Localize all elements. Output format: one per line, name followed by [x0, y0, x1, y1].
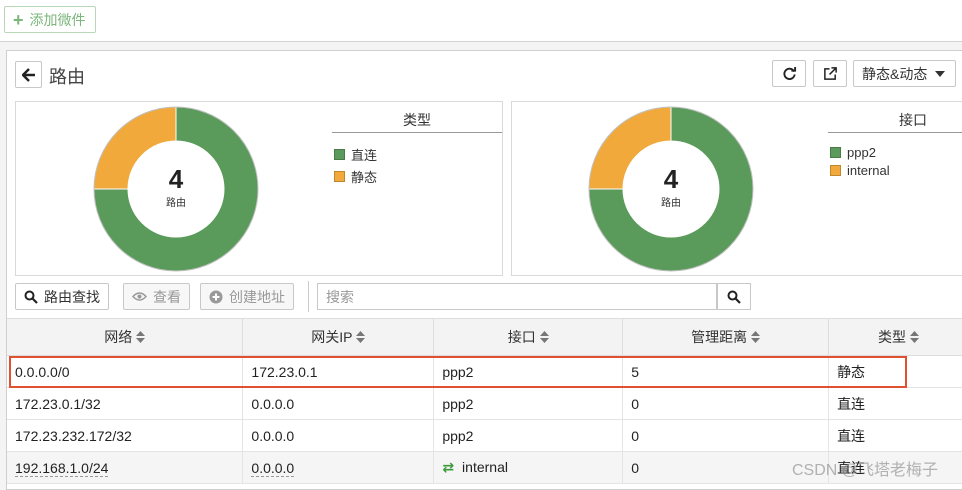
- cell-interface: ppp2: [433, 355, 624, 388]
- route-lookup-label: 路由查找: [44, 288, 100, 305]
- create-address-label: 创建地址: [229, 288, 285, 305]
- legend-divider: [332, 132, 502, 133]
- plus-circle-icon: [209, 290, 223, 303]
- cell-type: 静态: [828, 355, 962, 388]
- header-label: 管理距离: [691, 329, 748, 345]
- external-link-icon: [823, 67, 837, 80]
- legend-label: 直连: [351, 148, 378, 163]
- view-label: 查看: [153, 288, 181, 305]
- plus-icon: +: [13, 9, 24, 30]
- table-row[interactable]: 172.23.0.1/32 0.0.0.0 ppp2 0 直连: [7, 387, 962, 420]
- cell-type: 直连: [828, 387, 962, 420]
- legend-swatch: [334, 149, 345, 160]
- interface-chart-card: 4 路由 接口 ppp2 internal: [511, 101, 962, 276]
- switch-icon: ⇄: [442, 459, 455, 475]
- create-address-button[interactable]: 创建地址: [200, 283, 294, 310]
- legend-item-internal: internal: [830, 163, 890, 178]
- column-header-type[interactable]: 类型: [828, 318, 962, 356]
- sort-icon: [751, 330, 761, 346]
- route-filter-value: 静态&动态: [862, 65, 928, 82]
- legend-divider: [828, 132, 962, 133]
- search-input[interactable]: 搜索: [317, 283, 717, 310]
- watermark-text: CSDN @飞塔老梅子: [792, 462, 939, 479]
- chevron-down-icon: [935, 70, 946, 77]
- network-link[interactable]: 192.168.1.0/24: [15, 459, 109, 477]
- legend-item-ppp2: ppp2: [830, 145, 876, 160]
- route-filter-dropdown[interactable]: 静态&动态: [853, 60, 956, 87]
- sort-icon: [539, 330, 549, 346]
- type-chart-card: 4 路由 类型 直连 静态: [15, 101, 503, 276]
- widget-title: 路由: [49, 67, 85, 87]
- arrow-left-icon: [21, 67, 35, 82]
- add-widget-button[interactable]: + 添加微件: [4, 6, 96, 33]
- column-header-distance[interactable]: 管理距离: [622, 318, 830, 356]
- cell-network: 192.168.1.0/24: [7, 451, 244, 484]
- header-label: 网络: [104, 329, 133, 345]
- cell-network: 172.23.0.1/32: [7, 387, 244, 420]
- search-icon: [24, 290, 38, 304]
- cell-distance: 0: [622, 419, 830, 452]
- cell-network: 172.23.232.172/32: [7, 419, 244, 452]
- cell-interface: ppp2: [433, 419, 624, 452]
- legend-label: ppp2: [847, 145, 876, 160]
- gateway-link[interactable]: 0.0.0.0: [251, 459, 295, 477]
- add-widget-label: 添加微件: [29, 11, 86, 28]
- legend-swatch: [830, 165, 841, 176]
- table-header-row: 网络 网关IP 接口 管理距离 类型: [7, 318, 962, 356]
- column-header-network[interactable]: 网络: [7, 318, 244, 356]
- legend-title: 类型: [403, 112, 431, 128]
- table-row[interactable]: 0.0.0.0/0 172.23.0.1 ppp2 5 静态: [7, 355, 962, 388]
- legend-swatch: [830, 147, 841, 158]
- top-toolbar: + 添加微件: [0, 0, 962, 42]
- toolbar-divider: [308, 281, 309, 312]
- eye-icon: [132, 292, 147, 301]
- view-button[interactable]: 查看: [123, 283, 190, 310]
- donut-center-value: 4: [663, 164, 679, 194]
- sort-icon: [910, 330, 920, 346]
- cell-network: 0.0.0.0/0: [7, 355, 244, 388]
- search-icon: [727, 290, 741, 304]
- search-placeholder: 搜索: [326, 288, 354, 305]
- routing-widget: 路由 静态&动态 4 路由 类型 直连 静态 4 路由 接口 ppp2 inte…: [6, 50, 962, 490]
- expand-button[interactable]: [813, 60, 847, 87]
- search-button[interactable]: [717, 283, 751, 310]
- legend-label: 静态: [351, 170, 378, 185]
- back-button[interactable]: [15, 61, 42, 88]
- cell-type: 直连: [828, 419, 962, 452]
- donut-center-label: 路由: [166, 198, 186, 209]
- legend-label: internal: [847, 163, 890, 178]
- route-lookup-button[interactable]: 路由查找: [15, 283, 109, 310]
- interface-label: internal: [462, 459, 508, 475]
- cell-gateway: 0.0.0.0: [242, 451, 435, 484]
- cell-interface: ppp2: [433, 387, 624, 420]
- cell-gateway: 0.0.0.0: [242, 419, 435, 452]
- header-label: 网关IP: [311, 329, 353, 345]
- legend-item-direct: 直连: [334, 145, 377, 164]
- table-row[interactable]: 172.23.232.172/32 0.0.0.0 ppp2 0 直连: [7, 419, 962, 452]
- cell-distance: 5: [622, 355, 830, 388]
- sort-icon: [356, 330, 366, 346]
- cell-gateway: 0.0.0.0: [242, 387, 435, 420]
- column-header-interface[interactable]: 接口: [433, 318, 624, 356]
- header-label: 类型: [878, 329, 907, 345]
- legend-item-static: 静态: [334, 167, 377, 186]
- refresh-button[interactable]: [772, 60, 806, 87]
- refresh-icon: [783, 66, 796, 80]
- column-header-gateway[interactable]: 网关IP: [242, 318, 435, 356]
- header-label: 接口: [507, 329, 536, 345]
- cell-interface: ⇄ internal: [433, 451, 624, 484]
- donut-center-label: 路由: [661, 198, 681, 209]
- cell-gateway: 172.23.0.1: [242, 355, 435, 388]
- cell-distance: 0: [622, 387, 830, 420]
- donut-center-value: 4: [168, 164, 184, 194]
- legend-swatch: [334, 171, 345, 182]
- sort-icon: [136, 330, 146, 346]
- legend-title: 接口: [899, 112, 927, 128]
